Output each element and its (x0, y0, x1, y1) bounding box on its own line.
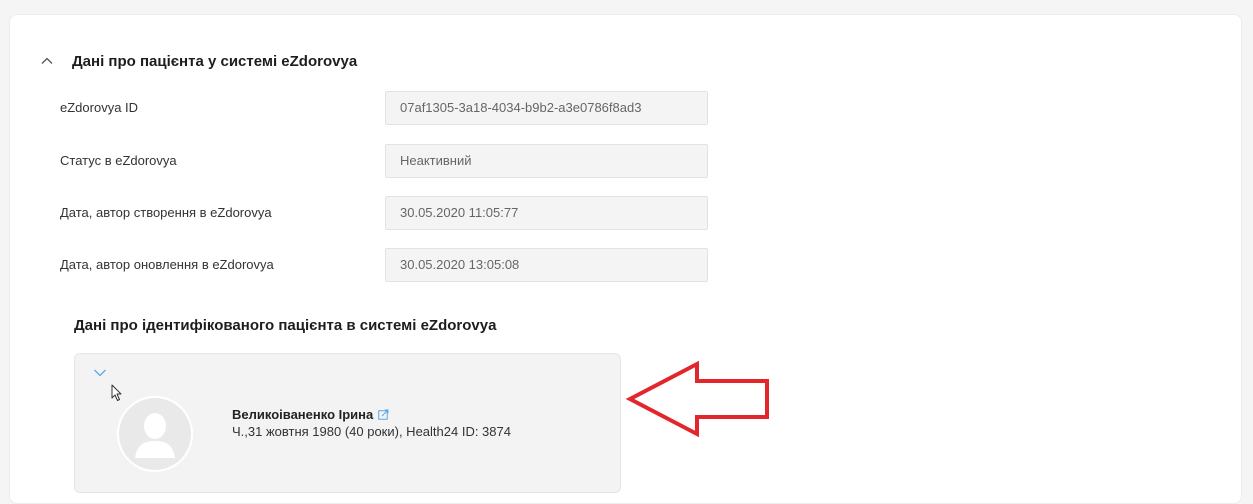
mouse-pointer-icon (111, 384, 122, 401)
chevron-up-icon[interactable] (40, 54, 54, 68)
section-header[interactable]: Дані про пацієнта у системі eZdorovya (40, 49, 357, 73)
field-label: eZdorovya ID (60, 100, 139, 115)
patient-name[interactable]: Великоіваненко Ірина (232, 407, 373, 422)
red-arrow-icon (625, 360, 769, 438)
field-row-status: Статус в eZdorovya Неактивний (10, 144, 730, 178)
field-label: Дата, автор оновлення в eZdorovya (60, 257, 274, 272)
field-row-updated: Дата, автор оновлення в eZdorovya 30.05.… (10, 248, 730, 282)
avatar (117, 396, 193, 472)
field-row-created: Дата, автор створення в eZdorovya 30.05.… (10, 196, 730, 230)
identified-patient-title: Дані про ідентифікованого пацієнта в сис… (74, 317, 497, 334)
patient-info: Ч.,31 жовтня 1980 (40 роки), Health24 ID… (232, 424, 511, 439)
chevron-down-icon[interactable] (93, 368, 107, 378)
ezdorovya-id-field[interactable]: 07af1305-3a18-4034-b9b2-a3e0786f8ad3 (385, 91, 708, 125)
created-date-field[interactable]: 30.05.2020 11:05:77 (385, 196, 708, 230)
field-row-ezdorovya-id: eZdorovya ID 07af1305-3a18-4034-b9b2-a3e… (10, 91, 730, 125)
external-edit-icon[interactable] (378, 409, 389, 420)
patient-card: Великоіваненко Ірина Ч.,31 жовтня 1980 (… (74, 353, 621, 493)
user-placeholder-icon (117, 396, 193, 472)
field-label: Дата, автор створення в eZdorovya (60, 205, 272, 220)
section-title: Дані про пацієнта у системі eZdorovya (72, 52, 358, 70)
status-field[interactable]: Неактивний (385, 144, 708, 178)
patient-name-line: Великоіваненко Ірина (232, 407, 389, 422)
updated-date-field[interactable]: 30.05.2020 13:05:08 (385, 248, 708, 282)
field-label: Статус в eZdorovya (60, 153, 177, 168)
